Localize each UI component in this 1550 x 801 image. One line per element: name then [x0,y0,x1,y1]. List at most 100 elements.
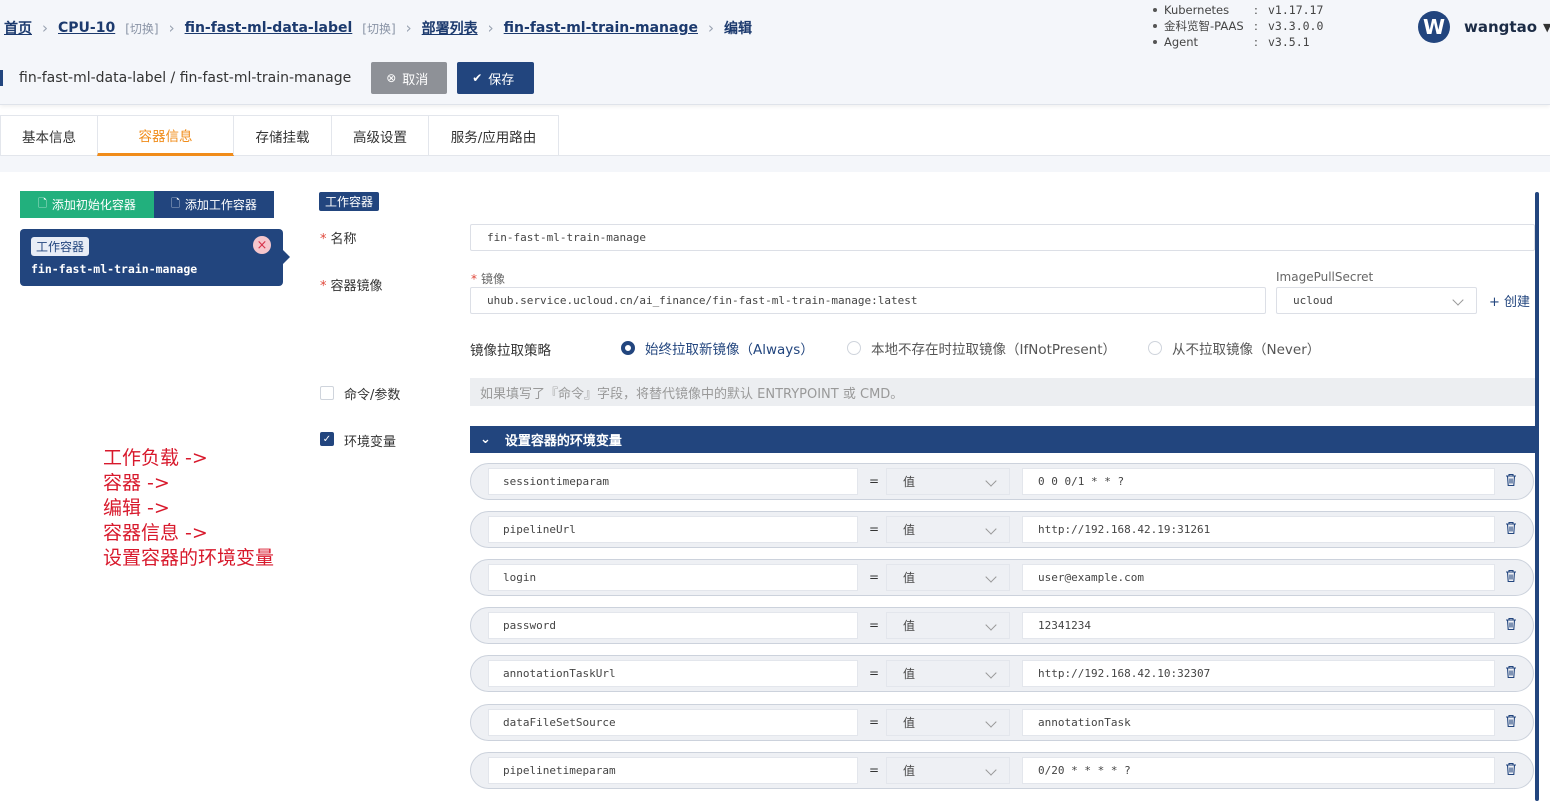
tab-storage[interactable]: 存储挂载 [233,115,332,155]
version-row: Kubernetes : v1.17.17 [1153,2,1323,18]
env-type-select[interactable]: 值 [886,660,1010,687]
env-checkbox[interactable]: ✓ [320,432,334,446]
env-section-header[interactable]: ⌄ 设置容器的环境变量 [470,426,1535,453]
env-key-input[interactable]: sessiontimeparam [488,468,858,495]
trash-icon[interactable] [1505,665,1517,679]
breadcrumb-current: 编辑 [723,21,752,37]
cmd-input[interactable]: 如果填写了『命令』字段，将替代镜像中的默认 ENTRYPOINT 或 CMD。 [470,378,1535,406]
cancel-button[interactable]: ⊗ 取消 [371,62,448,94]
trash-icon[interactable] [1505,617,1517,631]
chevron-down-icon [985,667,997,679]
env-value-input[interactable]: user@example.com [1022,564,1495,591]
radio-selected-icon[interactable] [621,341,635,355]
annotation-line: 设置容器的环境变量 [103,547,275,569]
required-mark: * [320,279,327,294]
version-row: 金科览智-PAAS : v3.3.0.0 [1153,18,1323,34]
chevron-right-icon: › [487,19,494,37]
bullet-icon [1153,24,1157,28]
pull-secret-label: ImagePullSecret [1276,270,1374,284]
env-type-select[interactable]: 值 [886,468,1010,495]
env-key-input[interactable]: password [488,612,858,639]
env-value-input[interactable]: 0 0 0/1 * * ? [1022,468,1495,495]
version-row: Agent : v3.5.1 [1153,34,1323,50]
cmd-label: 命令/参数 [344,388,401,403]
env-type-select[interactable]: 值 [886,757,1010,784]
close-icon[interactable]: × [253,236,271,254]
required-mark: * [320,232,327,247]
env-value-input[interactable]: http://192.168.42.19:31261 [1022,516,1495,543]
env-type-value: 值 [903,523,916,537]
env-key-input[interactable]: annotationTaskUrl [488,660,858,687]
name-input[interactable]: fin-fast-ml-train-manage [470,224,1535,251]
vertical-scrollbar[interactable] [1535,192,1539,801]
env-key-input[interactable]: pipelinetimeparam [488,757,858,784]
tab-advanced[interactable]: 高级设置 [331,115,429,155]
radio-label: 本地不存在时拉取镜像（IfNotPresent） [871,342,1117,358]
trash-icon[interactable] [1505,714,1517,728]
add-init-container-button[interactable]: 🗋 添加初始化容器 [20,191,154,218]
version-info: Kubernetes : v1.17.17 金科览智-PAAS : v3.3.0… [1153,2,1323,50]
env-type-select[interactable]: 值 [886,516,1010,543]
env-type-select[interactable]: 值 [886,564,1010,591]
avatar[interactable]: W [1418,11,1450,43]
env-type-value: 值 [903,667,916,681]
trash-icon[interactable] [1505,521,1517,535]
breadcrumb-home[interactable]: 首页 [4,18,32,38]
env-type-select[interactable]: 值 [886,612,1010,639]
trash-icon[interactable] [1505,762,1517,776]
add-work-container-button[interactable]: 🗋 添加工作容器 [154,191,274,218]
content-gap [0,156,1550,172]
save-button[interactable]: ✔ 保存 [457,62,535,94]
equals-sign: = [869,618,880,632]
cmd-checkbox[interactable] [320,386,334,400]
pull-policy-ifnotpresent[interactable]: 本地不存在时拉取镜像（IfNotPresent） [847,338,1116,358]
version-name: Agent [1164,35,1199,49]
env-type-value: 值 [903,619,916,633]
top-header: 首页 › CPU-10 [切换] › fin-fast-ml-data-labe… [0,0,1550,105]
equals-sign: = [869,666,880,680]
container-card[interactable]: 工作容器 fin-fast-ml-train-manage × [20,229,290,286]
env-value-input[interactable]: annotationTask [1022,709,1495,736]
breadcrumb-cluster[interactable]: CPU-10 [58,20,115,36]
image-label-text: 容器镜像 [330,279,383,294]
pull-secret-select[interactable]: ucloud [1276,287,1477,314]
radio-icon[interactable] [847,341,861,355]
env-key-input[interactable]: login [488,564,858,591]
image-input[interactable]: uhub.service.ucloud.cn/ai_finance/fin-fa… [470,287,1266,314]
create-secret-link[interactable]: + 创建 [1489,291,1530,310]
radio-label: 从不拉取镜像（Never） [1172,342,1321,358]
breadcrumb-namespace[interactable]: fin-fast-ml-data-label [185,20,353,36]
env-value-input[interactable]: http://192.168.42.10:32307 [1022,660,1495,687]
annotation-line: 容器 -> [103,472,170,494]
trash-icon[interactable] [1505,569,1517,583]
pull-policy-never[interactable]: 从不拉取镜像（Never） [1148,338,1320,358]
equals-sign: = [869,715,880,729]
pull-secret-value: ucloud [1293,294,1333,307]
tab-container-info[interactable]: 容器信息 [97,115,234,156]
version-colon: : [1254,35,1258,49]
tab-service-route[interactable]: 服务/应用路由 [428,115,559,155]
switch-cluster-link[interactable]: [切换] [125,20,158,37]
chevron-down-icon [1452,294,1464,306]
breadcrumb-deploy-list[interactable]: 部署列表 [422,18,478,38]
username[interactable]: wangtao [1464,18,1537,36]
equals-sign: = [869,474,880,488]
breadcrumb-deployment[interactable]: fin-fast-ml-train-manage [504,20,698,36]
user-menu[interactable]: W wangtao ▼ [1418,11,1550,43]
env-value-input[interactable]: 12341234 [1022,612,1495,639]
pull-policy-always[interactable]: 始终拉取新镜像（Always） [621,338,814,358]
env-key-input[interactable]: pipelineUrl [488,516,858,543]
env-key-input[interactable]: dataFileSetSource [488,709,858,736]
switch-namespace-link[interactable]: [切换] [362,20,395,37]
caret-down-icon[interactable]: ▼ [1543,21,1550,34]
equals-sign: = [869,570,880,584]
tab-basic-info[interactable]: 基本信息 [0,115,98,155]
radio-icon[interactable] [1148,341,1162,355]
section-tag: 工作容器 [319,192,380,211]
add-work-label: 添加工作容器 [184,198,257,212]
equals-sign: = [869,763,880,777]
env-value-input[interactable]: 0/20 * * * * ? [1022,757,1495,784]
trash-icon[interactable] [1505,473,1517,487]
env-var-row: pipelinetimeparam = 值 0/20 * * * * ? [470,752,1534,789]
env-type-select[interactable]: 值 [886,709,1010,736]
